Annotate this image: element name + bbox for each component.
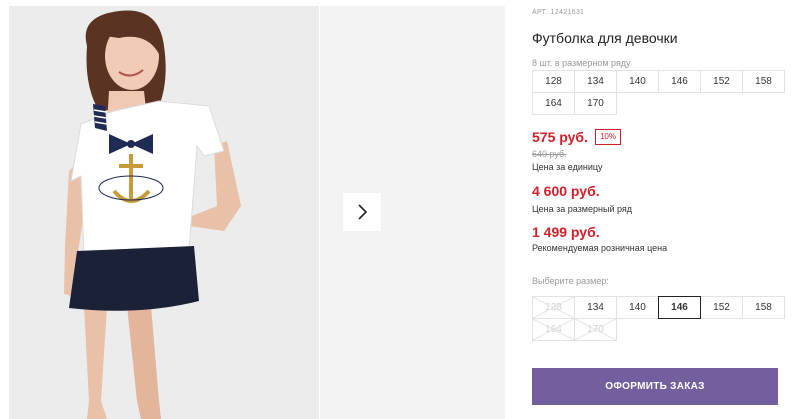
article-value: 12421631: [550, 9, 585, 16]
rrp-price-caption: Рекомендуемая розничная цена: [532, 243, 668, 253]
product-photo[interactable]: [9, 6, 319, 419]
unit-price: 575 руб.: [532, 129, 588, 145]
product-title: Футболка для девочки: [532, 30, 678, 46]
size-option-134[interactable]: 134: [574, 296, 617, 319]
order-button[interactable]: ОФОРМИТЬ ЗАКАЗ: [532, 368, 778, 405]
size-option-140[interactable]: 140: [616, 296, 659, 319]
size-option-label: 140: [629, 302, 646, 313]
set-price-caption: Цена за размерный ряд: [532, 204, 633, 214]
discount-badge: 10%: [594, 129, 621, 145]
size-option-label: 152: [713, 302, 730, 313]
next-image-button[interactable]: [343, 193, 381, 231]
pack-size-cell: 128: [532, 70, 575, 93]
set-price: 4 600 руб.: [532, 183, 600, 199]
size-option-label: 134: [587, 302, 604, 313]
article-label: АРТ.: [532, 9, 548, 16]
size-option-164: 164: [532, 318, 575, 341]
unit-price-caption: Цена за единицу: [532, 162, 603, 172]
size-option-label: 158: [755, 302, 772, 313]
size-option-label: 170: [587, 324, 604, 335]
product-gallery: [0, 0, 505, 419]
rrp-price: 1 499 руб.: [532, 224, 600, 240]
pack-size-cell: 152: [700, 70, 743, 93]
pack-size-cell: 164: [532, 92, 575, 115]
product-info: АРТ. 12421631 Футболка для девочки 8 шт. …: [532, 0, 800, 419]
size-option-158[interactable]: 158: [742, 296, 785, 319]
choose-size-label: Выберите размер:: [532, 276, 609, 286]
pack-size-grid: 128 134 140 146 152 158 164 170: [532, 70, 785, 115]
unit-price-row: 575 руб. 10%: [532, 129, 621, 145]
girl-photo-illustration: [9, 6, 319, 419]
size-option-label: 128: [545, 302, 562, 313]
size-option-152[interactable]: 152: [700, 296, 743, 319]
pack-size-cell: 158: [742, 70, 785, 93]
size-option-label: 146: [671, 302, 688, 313]
size-option-170: 170: [574, 318, 617, 341]
pack-size-cell: 140: [616, 70, 659, 93]
article-number: АРТ. 12421631: [532, 9, 584, 16]
pack-size-cell: 146: [658, 70, 701, 93]
old-price: 640 руб.: [532, 149, 567, 159]
pack-size-cell: 134: [574, 70, 617, 93]
size-option-128: 128: [532, 296, 575, 319]
pack-label: 8 шт. в размерном ряду: [532, 58, 631, 68]
size-picker-grid: 128 134 140 146 152 158 164 170: [532, 296, 785, 341]
size-option-146[interactable]: 146: [658, 296, 701, 319]
chevron-right-icon: [358, 204, 368, 220]
size-option-label: 164: [545, 324, 562, 335]
pack-size-cell: 170: [574, 92, 617, 115]
